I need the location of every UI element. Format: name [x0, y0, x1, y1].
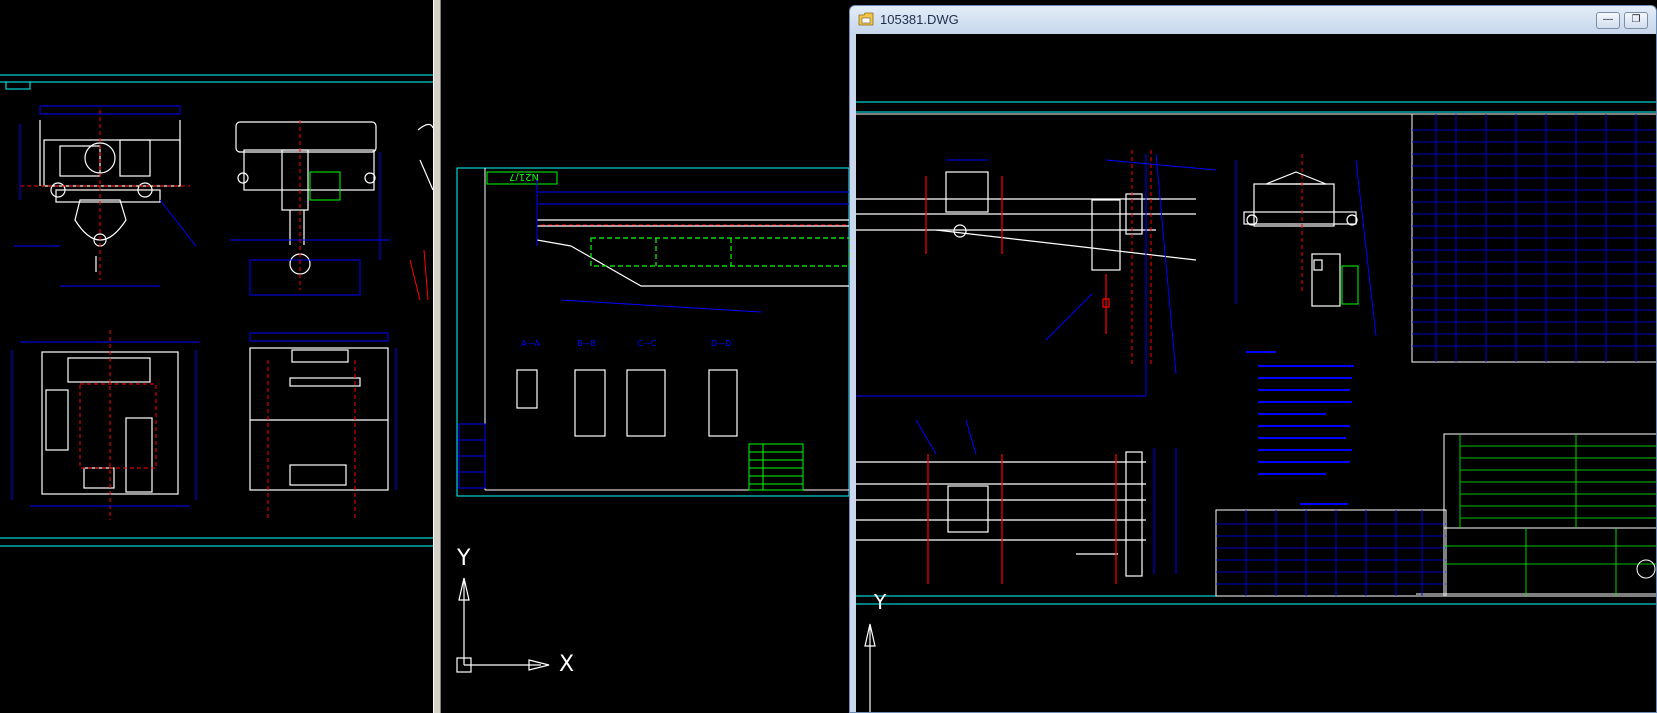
right-ucs-icon: [864, 623, 876, 712]
middle-drawing-canvas[interactable]: N21/7 A—A B—B C—C D—D: [441, 0, 849, 713]
left-drawing-canvas[interactable]: [0, 0, 433, 713]
ucs-y-label: Y: [457, 546, 471, 571]
left-drawing-viewport[interactable]: [0, 0, 433, 713]
right-ucs-y-label: Y: [874, 590, 887, 614]
section-label-d: D—D: [711, 339, 731, 348]
section-label-c: C—C: [637, 339, 657, 348]
viewport-splitter[interactable]: [433, 0, 441, 713]
right-drawing-canvas[interactable]: Y: [856, 34, 1656, 712]
section-label-a: A—A: [521, 339, 540, 348]
ucs-icon: [456, 577, 550, 673]
restore-button[interactable]: ❐: [1624, 12, 1648, 29]
dwg-file-icon: [858, 12, 874, 26]
window-titlebar[interactable]: 105381.DWG — ❐: [850, 6, 1656, 34]
section-label-b: B—B: [577, 339, 596, 348]
middle-drawing-viewport[interactable]: N21/7 A—A B—B C—C D—D Y X: [441, 0, 849, 713]
window-title: 105381.DWG: [880, 12, 959, 27]
minimize-button[interactable]: —: [1596, 12, 1620, 29]
dwg-document-window[interactable]: 105381.DWG — ❐ Y: [849, 5, 1657, 713]
ucs-x-label: X: [559, 652, 575, 677]
frame-tag: N21/7: [509, 171, 539, 182]
